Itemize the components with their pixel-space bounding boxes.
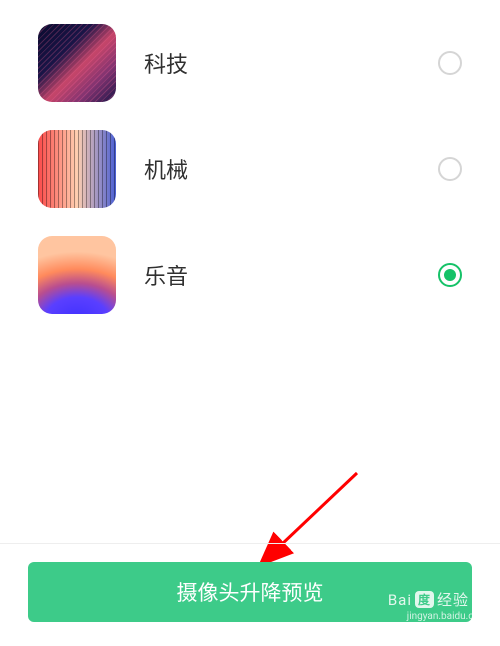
radio-selected-icon[interactable] xyxy=(438,263,462,287)
option-tech[interactable]: 科技 xyxy=(0,10,500,116)
radio-unselected-icon[interactable] xyxy=(438,157,462,181)
option-label: 科技 xyxy=(144,47,438,79)
camera-preview-button[interactable]: 摄像头升降预览 xyxy=(28,562,472,622)
option-thumbnail-tech xyxy=(38,24,116,102)
option-thumbnail-music xyxy=(38,236,116,314)
option-music[interactable]: 乐音 xyxy=(0,222,500,328)
footer-bar: 摄像头升降预览 xyxy=(0,543,500,646)
option-mechanical[interactable]: 机械 xyxy=(0,116,500,222)
sound-options-list: 科技 机械 乐音 xyxy=(0,0,500,328)
option-label: 乐音 xyxy=(144,259,438,291)
option-label: 机械 xyxy=(144,153,438,185)
option-thumbnail-mechanical xyxy=(38,130,116,208)
radio-unselected-icon[interactable] xyxy=(438,51,462,75)
